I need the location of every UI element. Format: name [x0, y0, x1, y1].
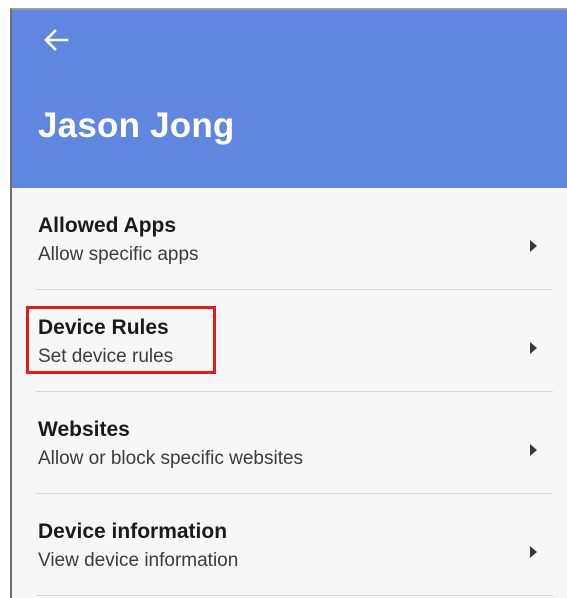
- arrow-left-icon: [44, 29, 69, 51]
- list-item-subtitle: Set device rules: [38, 346, 174, 367]
- app-screen: Jason Jong Allowed Apps Allow specific a…: [10, 8, 567, 598]
- chevron-right-icon: [530, 342, 537, 354]
- back-button[interactable]: [38, 26, 74, 54]
- page-title: Jason Jong: [38, 106, 235, 145]
- list-item-subtitle: Allow specific apps: [38, 244, 199, 265]
- list-item-title: Device information: [38, 520, 228, 543]
- divider: [36, 595, 553, 596]
- chevron-right-icon: [530, 546, 537, 558]
- list-item-subtitle: View device information: [38, 550, 239, 571]
- list-item-title: Allowed Apps: [38, 214, 177, 237]
- chevron-right-icon: [530, 240, 537, 252]
- list-item-device-rules[interactable]: Device Rules Set device rules: [12, 290, 567, 392]
- list-item-device-information[interactable]: Device information View device informati…: [12, 494, 567, 596]
- list-item-title: Device Rules: [38, 316, 169, 339]
- list-item-title: Websites: [38, 418, 130, 441]
- list-item-allowed-apps[interactable]: Allowed Apps Allow specific apps: [12, 188, 567, 290]
- app-bar: Jason Jong: [12, 10, 567, 188]
- chevron-right-icon: [530, 444, 537, 456]
- list-item-websites[interactable]: Websites Allow or block specific website…: [12, 392, 567, 494]
- list-item-subtitle: Allow or block specific websites: [38, 448, 304, 469]
- settings-list: Allowed Apps Allow specific apps Device …: [12, 188, 567, 596]
